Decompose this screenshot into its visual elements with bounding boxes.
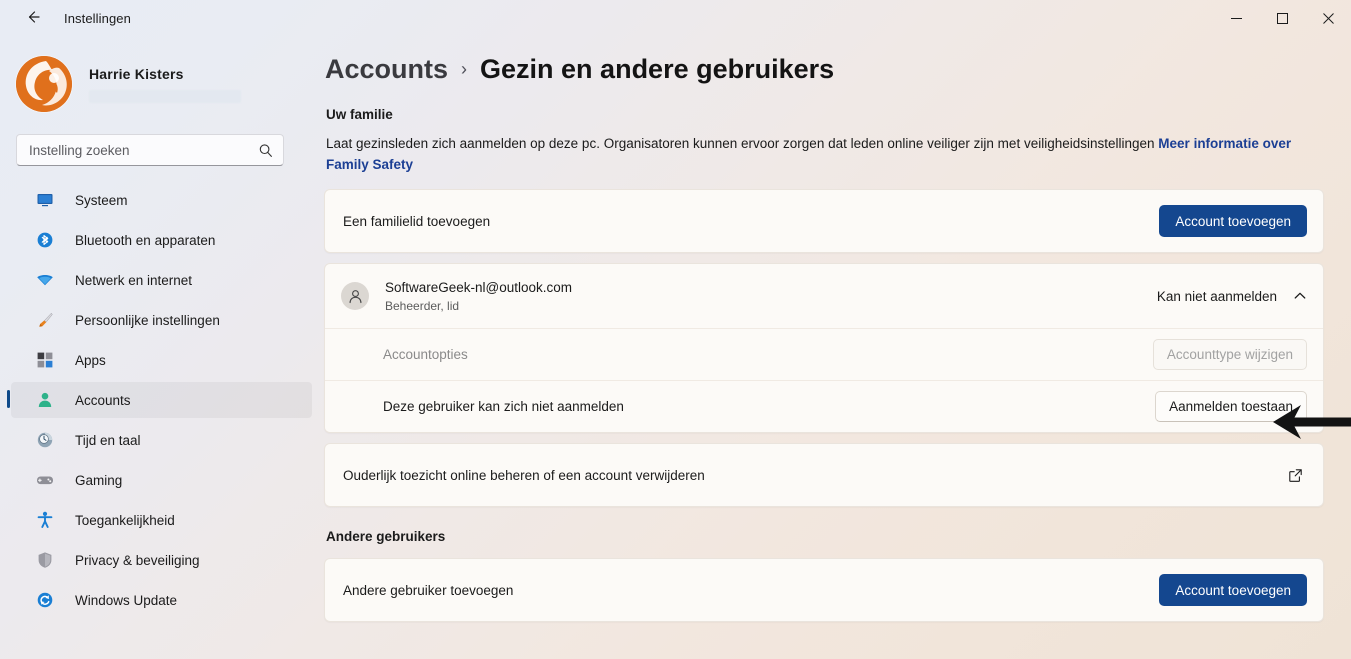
sidebar-item-label: Toegankelijkheid bbox=[75, 512, 175, 528]
maximize-button[interactable] bbox=[1259, 0, 1305, 36]
other-users-section-title: Andere gebruikers bbox=[326, 529, 446, 544]
sidebar-item-privacy-beveiliging[interactable]: Privacy & beveiliging bbox=[11, 542, 312, 578]
apps-icon bbox=[35, 350, 55, 370]
sidebar-item-label: Netwerk en internet bbox=[75, 272, 193, 288]
parental-controls-card[interactable]: Ouderlijk toezicht online beheren of een… bbox=[324, 443, 1324, 507]
sidebar-item-bluetooth-en-apparaten[interactable]: Bluetooth en apparaten bbox=[11, 222, 312, 258]
sidebar-nav: Systeem Bluetooth en apparaten Netwerk e… bbox=[0, 182, 320, 618]
person-circle-icon bbox=[341, 282, 369, 310]
add-other-user-row: Andere gebruiker toevoegen Account toevo… bbox=[325, 559, 1323, 621]
search-box[interactable] bbox=[16, 134, 284, 166]
main-content: Accounts › Gezin en andere gebruikers Uw… bbox=[320, 36, 1351, 659]
add-family-member-card: Een familielid toevoegen Account toevoeg… bbox=[324, 189, 1324, 253]
sidebar-item-label: Apps bbox=[75, 352, 106, 368]
accessibility-icon bbox=[35, 510, 55, 530]
sidebar-item-label: Accounts bbox=[75, 392, 131, 408]
account-options-row: Accountopties Accounttype wijzigen bbox=[325, 329, 1323, 380]
page-title: Gezin en andere gebruikers bbox=[480, 54, 835, 84]
user-avatar-logo bbox=[16, 56, 72, 112]
sidebar-item-label: Bluetooth en apparaten bbox=[75, 232, 216, 248]
search-icon bbox=[258, 143, 273, 158]
back-button[interactable] bbox=[10, 2, 56, 34]
sidebar-item-label: Privacy & beveiliging bbox=[75, 552, 200, 568]
sidebar-item-label: Gaming bbox=[75, 472, 123, 488]
add-other-user-button[interactable]: Account toevoegen bbox=[1159, 574, 1307, 606]
external-link-icon bbox=[1288, 468, 1303, 483]
window-controls bbox=[1213, 0, 1351, 36]
close-button[interactable] bbox=[1305, 0, 1351, 36]
gamepad-icon bbox=[35, 470, 55, 490]
sidebar-item-label: Windows Update bbox=[75, 592, 178, 608]
sidebar-item-accounts[interactable]: Accounts bbox=[7, 382, 312, 418]
family-section-title: Uw familie bbox=[326, 107, 393, 122]
breadcrumb: Accounts › Gezin en andere gebruikers bbox=[324, 54, 1323, 85]
account-options-label: Accountopties bbox=[383, 347, 468, 362]
family-account-role: Beheerder, lid bbox=[385, 299, 460, 313]
sidebar-item-label: Persoonlijke instellingen bbox=[75, 312, 220, 328]
add-family-member-row: Een familielid toevoegen Account toevoeg… bbox=[325, 190, 1323, 252]
wifi-icon bbox=[35, 270, 55, 290]
family-section-description: Laat gezinsleden zich aanmelden op deze … bbox=[324, 133, 1323, 175]
sidebar-item-label: Systeem bbox=[75, 192, 128, 208]
arrow-left-icon bbox=[25, 9, 41, 28]
paintbrush-icon bbox=[35, 310, 55, 330]
sidebar-item-windows-update[interactable]: Windows Update bbox=[11, 582, 312, 618]
signin-status-label: Deze gebruiker kan zich niet aanmelden bbox=[383, 399, 624, 414]
add-family-account-button[interactable]: Account toevoegen bbox=[1159, 205, 1307, 237]
parental-controls-label: Ouderlijk toezicht online beheren of een… bbox=[343, 467, 705, 483]
sidebar-item-toegankelijkheid[interactable]: Toegankelijkheid bbox=[11, 502, 312, 538]
sidebar-item-label: Tijd en taal bbox=[75, 432, 141, 448]
refresh-icon bbox=[35, 590, 55, 610]
sidebar: Harrie Kisters Systeem bbox=[0, 36, 320, 659]
family-account-header[interactable]: SoftwareGeek-nl@outlook.com Beheerder, l… bbox=[325, 264, 1323, 328]
breadcrumb-parent[interactable]: Accounts bbox=[325, 54, 448, 85]
shield-icon bbox=[35, 550, 55, 570]
add-family-member-label: Een familielid toevoegen bbox=[343, 213, 491, 229]
search-input[interactable] bbox=[29, 142, 258, 158]
chevron-up-icon[interactable] bbox=[1293, 289, 1307, 303]
close-icon bbox=[1322, 12, 1334, 24]
breadcrumb-separator-icon: › bbox=[461, 59, 468, 79]
title-bar: Instellingen bbox=[0, 0, 1351, 36]
maximize-icon bbox=[1276, 12, 1288, 24]
sidebar-item-persoonlijke-instellingen[interactable]: Persoonlijke instellingen bbox=[11, 302, 312, 338]
family-description-text: Laat gezinsleden zich aanmelden op deze … bbox=[326, 136, 1155, 151]
sidebar-item-netwerk-en-internet[interactable]: Netwerk en internet bbox=[11, 262, 312, 298]
profile-name: Harrie Kisters bbox=[89, 65, 184, 82]
add-other-user-card: Andere gebruiker toevoegen Account toevo… bbox=[324, 558, 1324, 622]
minimize-icon bbox=[1230, 17, 1242, 19]
status-badge: Kan niet aanmelden bbox=[1156, 288, 1277, 304]
monitor-icon bbox=[35, 190, 55, 210]
add-other-user-label: Andere gebruiker toevoegen bbox=[343, 582, 514, 598]
clock-globe-icon bbox=[35, 430, 55, 450]
sidebar-item-gaming[interactable]: Gaming bbox=[11, 462, 312, 498]
bluetooth-icon bbox=[35, 230, 55, 250]
allow-signin-button[interactable]: Aanmelden toestaan bbox=[1155, 391, 1307, 422]
change-account-type-button[interactable]: Accounttype wijzigen bbox=[1152, 339, 1307, 370]
window-title: Instellingen bbox=[64, 10, 131, 26]
sidebar-item-tijd-en-taal[interactable]: Tijd en taal bbox=[11, 422, 312, 458]
family-account-email: SoftwareGeek-nl@outlook.com bbox=[385, 280, 573, 295]
signin-status-row: Deze gebruiker kan zich niet aanmelden A… bbox=[325, 381, 1323, 432]
profile-account-redacted bbox=[89, 89, 241, 103]
sidebar-item-apps[interactable]: Apps bbox=[11, 342, 312, 378]
minimize-button[interactable] bbox=[1213, 0, 1259, 36]
profile-section[interactable]: Harrie Kisters bbox=[16, 53, 320, 115]
family-account-card: SoftwareGeek-nl@outlook.com Beheerder, l… bbox=[324, 263, 1324, 433]
avatar bbox=[16, 56, 72, 112]
sidebar-item-systeem[interactable]: Systeem bbox=[11, 182, 312, 218]
parental-controls-row[interactable]: Ouderlijk toezicht online beheren of een… bbox=[325, 444, 1323, 506]
person-icon bbox=[35, 390, 55, 410]
